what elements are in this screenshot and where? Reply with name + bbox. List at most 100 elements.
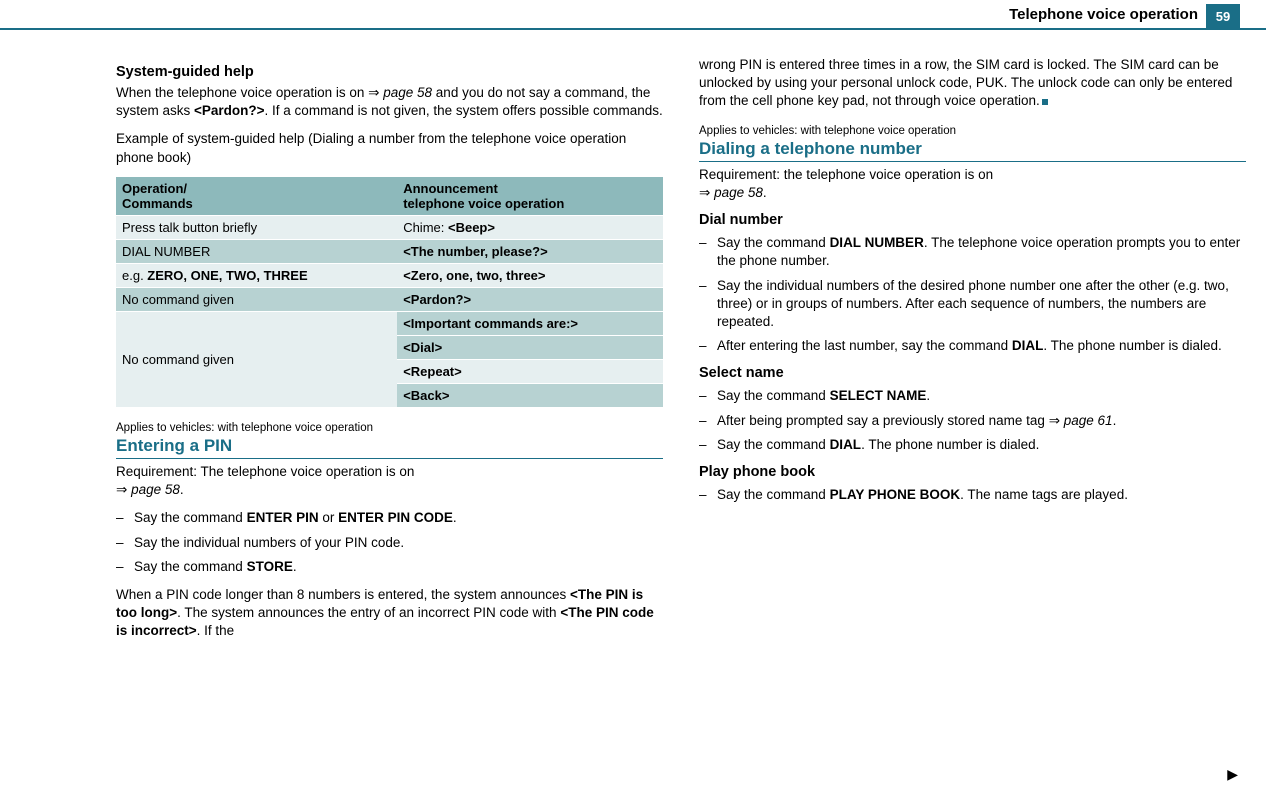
voice-prompt: <Important commands are:> (397, 311, 663, 335)
list-item: Say the command SELECT NAME. (699, 387, 1246, 405)
voice-prompt: <Zero, one, two, three> (397, 263, 663, 287)
commands-table: Operation/ Commands Announcement telepho… (116, 177, 663, 408)
cell: No command given (116, 287, 397, 311)
paragraph: Example of system-guided help (Dialing a… (116, 130, 663, 166)
page-number: 59 (1206, 4, 1240, 28)
text: telephone voice operation (403, 196, 564, 211)
list-item: After being prompted say a previously st… (699, 412, 1246, 430)
text: . (180, 482, 184, 497)
subsection: Dial number (699, 212, 1246, 228)
arrow-icon: ⇒ (699, 185, 710, 201)
voice-prompt: <Pardon?> (397, 287, 663, 311)
subsection: Play phone book (699, 464, 1246, 480)
text: . (1113, 413, 1117, 428)
text: Announcement (403, 181, 498, 196)
command: ENTER PIN CODE (338, 510, 453, 525)
end-of-section-icon (1042, 99, 1048, 105)
list-item: Say the individual numbers of your PIN c… (116, 534, 663, 552)
text: . If the (197, 623, 235, 638)
text: Requirement: the telephone voice operati… (699, 167, 993, 182)
section-title: Dialing a telephone number (699, 139, 1246, 162)
arrow-icon: ⇒ (1049, 413, 1060, 429)
content-columns: System-guided help When the telephone vo… (116, 56, 1246, 801)
text: After entering the last number, say the … (717, 338, 1012, 353)
text: Say the command (134, 559, 247, 574)
voice-prompt: <Beep> (448, 220, 495, 235)
table-row: No command given <Pardon?> (116, 287, 663, 311)
text: wrong PIN is entered three times in a ro… (699, 57, 1232, 108)
header: Telephone voice operation 59 (1001, 4, 1240, 28)
section-heading: System-guided help (116, 64, 663, 80)
table-row: Press talk button briefly Chime: <Beep> (116, 215, 663, 239)
text: Say the command (717, 235, 830, 250)
text: Say the command (134, 510, 247, 525)
step-list: Say the command PLAY PHONE BOOK. The nam… (699, 486, 1246, 504)
table-row: No command given <Important commands are… (116, 311, 663, 335)
voice-prompt: <Repeat> (397, 359, 663, 383)
text: Say the command (717, 437, 830, 452)
text: . (926, 388, 930, 403)
voice-prompt: <The number, please?> (397, 239, 663, 263)
text: . The phone number is dialed. (1043, 338, 1221, 353)
page-ref: page 61 (1060, 413, 1113, 428)
command: STORE (247, 559, 293, 574)
table-row: e.g. ZERO, ONE, TWO, THREE <Zero, one, t… (116, 263, 663, 287)
text: Chime: (403, 220, 448, 235)
step-list: Say the command ENTER PIN or ENTER PIN C… (116, 509, 663, 576)
list-item: Say the command ENTER PIN or ENTER PIN C… (116, 509, 663, 527)
applies-note: Applies to vehicles: with telephone voic… (699, 125, 1246, 137)
step-list: Say the command DIAL NUMBER. The telepho… (699, 234, 1246, 355)
command: DIAL (830, 437, 862, 452)
th-operation: Operation/ Commands (116, 177, 397, 216)
page-ref: page 58 (710, 185, 763, 200)
command: DIAL (1012, 338, 1044, 353)
paragraph: Requirement: the telephone voice operati… (699, 166, 1246, 202)
paragraph: When the telephone voice operation is on… (116, 84, 663, 120)
command: SELECT NAME (830, 388, 927, 403)
list-item: Say the command DIAL NUMBER. The telepho… (699, 234, 1246, 270)
list-item: Say the command DIAL. The phone number i… (699, 436, 1246, 454)
continue-arrow-icon: ▶ (1227, 766, 1238, 783)
cell: Press talk button briefly (116, 215, 397, 239)
paragraph: wrong PIN is entered three times in a ro… (699, 56, 1246, 111)
cell: DIAL NUMBER (116, 239, 397, 263)
text: or (319, 510, 339, 525)
subsection: Select name (699, 365, 1246, 381)
text: Commands (122, 196, 193, 211)
paragraph: Requirement: The telephone voice operati… (116, 463, 663, 499)
command: PLAY PHONE BOOK (830, 487, 961, 502)
text: Requirement: The telephone voice operati… (116, 464, 414, 479)
text: When a PIN code longer than 8 numbers is… (116, 587, 570, 602)
text: . (453, 510, 457, 525)
step-list: Say the command SELECT NAME. After being… (699, 387, 1246, 454)
header-divider (0, 28, 1266, 30)
page: Telephone voice operation 59 System-guid… (0, 0, 1266, 811)
list-item: Say the command PLAY PHONE BOOK. The nam… (699, 486, 1246, 504)
th-announcement: Announcement telephone voice operation (397, 177, 663, 216)
voice-prompt: <Dial> (397, 335, 663, 359)
voice-prompt: <Back> (397, 383, 663, 407)
cell: Chime: <Beep> (397, 215, 663, 239)
list-item: Say the command STORE. (116, 558, 663, 576)
page-ref: page 58 (127, 482, 180, 497)
text: Operation/ (122, 181, 187, 196)
text: . If a command is not given, the system … (265, 103, 663, 118)
arrow-icon: ⇒ (368, 85, 379, 101)
text: Say the command (717, 388, 830, 403)
cell: No command given (116, 311, 397, 407)
command: ZERO, ONE, TWO, THREE (147, 268, 307, 283)
text: . The name tags are played. (960, 487, 1128, 502)
page-ref: page 58 (379, 85, 432, 100)
text: Say the command (717, 487, 830, 502)
command: DIAL NUMBER (830, 235, 924, 250)
text: . (763, 185, 767, 200)
section-title: Entering a PIN (116, 436, 663, 459)
text: After being prompted say a previously st… (717, 413, 1049, 428)
paragraph: When a PIN code longer than 8 numbers is… (116, 586, 663, 641)
text: . (293, 559, 297, 574)
text: . The system announces the entry of an i… (177, 605, 560, 620)
text: e.g. (122, 268, 147, 283)
text: When the telephone voice operation is on (116, 85, 368, 100)
list-item: After entering the last number, say the … (699, 337, 1246, 355)
table-row: DIAL NUMBER <The number, please?> (116, 239, 663, 263)
